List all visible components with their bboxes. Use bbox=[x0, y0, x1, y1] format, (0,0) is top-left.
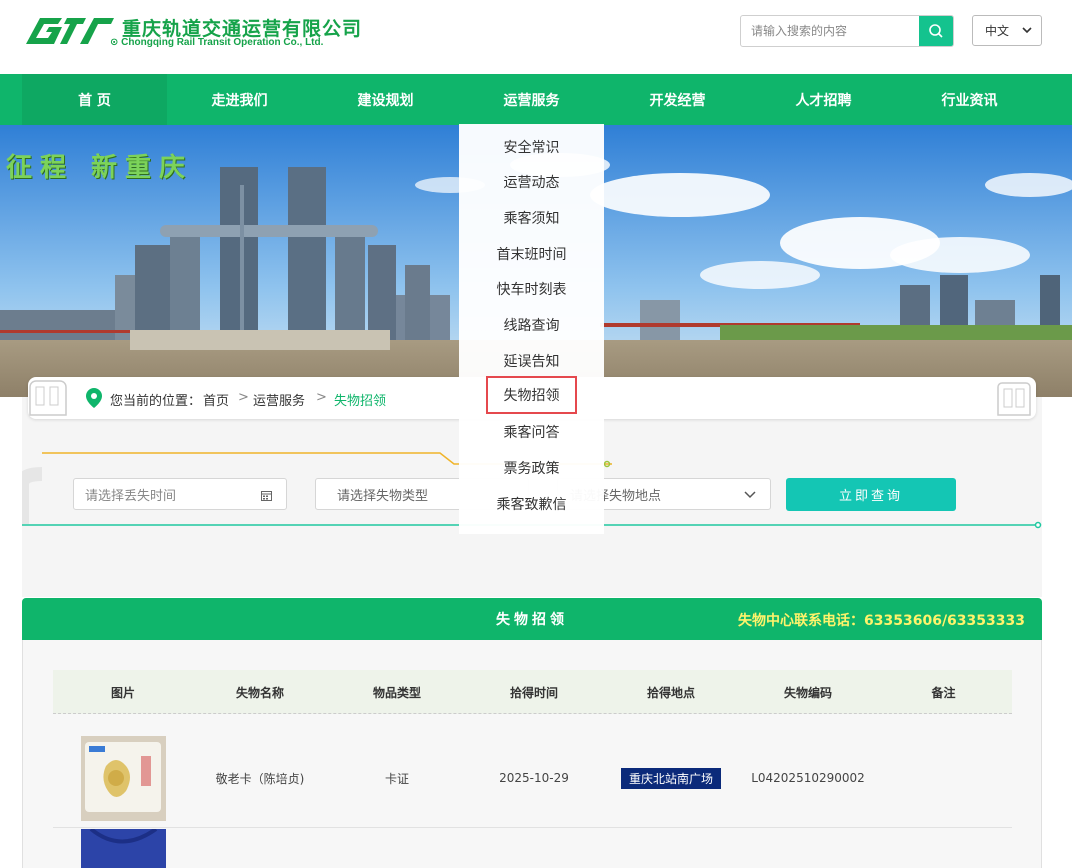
column-header: 图片 bbox=[110, 685, 135, 700]
column-header: 备注 bbox=[931, 685, 956, 700]
column-header: 拾得地点 bbox=[646, 685, 695, 700]
nav-item-about[interactable]: 走进我们 bbox=[167, 74, 312, 125]
company-name-en: ⊙ Chongqing Rail Transit Operation Co., … bbox=[110, 37, 324, 48]
company-name-en-text: Chongqing Rail Transit Operation Co., Lt… bbox=[121, 37, 324, 48]
language-select[interactable]: 中文 bbox=[972, 15, 1042, 46]
search-input[interactable] bbox=[741, 16, 921, 46]
breadcrumb-prefix: 您当前的位置： bbox=[110, 394, 202, 409]
column-header: 拾得时间 bbox=[509, 685, 558, 700]
table-header: 图片 失物名称 物品类型 拾得时间 拾得地点 失物编码 备注 bbox=[53, 670, 1012, 714]
lost-found-table: 图片 失物名称 物品类型 拾得时间 拾得地点 失物编码 备注 敬老卡（陈培贞) … bbox=[22, 640, 1042, 868]
item-photo[interactable] bbox=[80, 829, 166, 868]
found-date: 2025-10-29 bbox=[499, 771, 569, 785]
menu-item-lost-found[interactable]: 失物招领 bbox=[486, 376, 577, 414]
menu-item-faq[interactable]: 乘客问答 bbox=[459, 422, 604, 442]
lost-found-panel-header: 失物招领 失物中心联系电话：63353606/63353333 bbox=[22, 598, 1042, 640]
calendar-icon bbox=[261, 491, 272, 501]
lost-date-placeholder: 请选择丢失时间 bbox=[85, 488, 177, 504]
item-type: 卡证 bbox=[384, 771, 409, 786]
menu-item-passenger-notice[interactable]: 乘客须知 bbox=[459, 208, 604, 228]
menu-item-apology-letter[interactable]: 乘客致歉信 bbox=[459, 494, 604, 514]
breadcrumb-separator: > bbox=[238, 390, 249, 405]
logo-icon bbox=[26, 18, 114, 44]
site-header: 重庆轨道交通运营有限公司 ⊙ Chongqing Rail Transit Op… bbox=[0, 0, 1072, 74]
column-header: 失物编码 bbox=[783, 685, 832, 700]
menu-item-delay-notice[interactable]: 延误告知 bbox=[459, 351, 604, 371]
breadcrumb-section[interactable]: 运营服务 bbox=[253, 390, 305, 409]
search-box bbox=[740, 15, 954, 47]
item-photo-cell bbox=[53, 829, 193, 868]
item-photo-cell bbox=[53, 728, 193, 828]
train-left-icon bbox=[29, 380, 67, 416]
nav-item-services[interactable]: 运营服务 bbox=[459, 74, 604, 125]
train-right-icon bbox=[997, 382, 1031, 416]
menu-item-ticket-policy[interactable]: 票务政策 bbox=[459, 458, 604, 478]
contact-phone: 失物中心联系电话：63353606/63353333 bbox=[738, 613, 1025, 629]
item-name: 敬老卡（陈培贞) bbox=[215, 771, 305, 786]
menu-item-safety[interactable]: 安全常识 bbox=[459, 137, 604, 157]
location-pin-icon bbox=[86, 388, 102, 408]
banner-slogan: 征程 新重庆 bbox=[6, 153, 194, 183]
nav-item-planning[interactable]: 建设规划 bbox=[313, 74, 458, 125]
nav-item-news[interactable]: 行业资讯 bbox=[897, 74, 1042, 125]
menu-item-express-timetable[interactable]: 快车时刻表 bbox=[459, 279, 604, 299]
nav-item-careers[interactable]: 人才招聘 bbox=[751, 74, 896, 125]
search-button[interactable] bbox=[919, 16, 953, 46]
language-value: 中文 bbox=[985, 24, 1010, 38]
menu-item-line-query[interactable]: 线路查询 bbox=[459, 315, 604, 335]
search-icon bbox=[929, 24, 943, 38]
item-code: L04202510290002 bbox=[751, 771, 865, 785]
main-nav: 首 页 走进我们 建设规划 运营服务 开发经营 人才招聘 行业资讯 bbox=[0, 74, 1072, 125]
menu-item-first-last-train[interactable]: 首末班时间 bbox=[459, 244, 604, 264]
item-type-placeholder: 请选择失物类型 bbox=[337, 488, 429, 504]
table-row[interactable]: 敬老卡（陈培贞) 卡证 2025-10-29 重庆北站南广场 L04202510… bbox=[53, 728, 1012, 828]
chevron-down-icon bbox=[744, 491, 756, 499]
chevron-down-icon bbox=[1022, 27, 1032, 34]
breadcrumb-separator: > bbox=[316, 390, 327, 405]
table-row[interactable] bbox=[53, 829, 1012, 868]
lost-date-input[interactable]: 请选择丢失时间 bbox=[73, 478, 287, 510]
item-photo[interactable] bbox=[80, 735, 166, 821]
query-button[interactable]: 立即查询 bbox=[786, 478, 956, 511]
column-header: 失物名称 bbox=[235, 685, 284, 700]
company-logo[interactable]: 重庆轨道交通运营有限公司 ⊙ Chongqing Rail Transit Op… bbox=[24, 14, 361, 54]
breadcrumb-current: 失物招领 bbox=[334, 394, 387, 409]
nav-item-development[interactable]: 开发经营 bbox=[605, 74, 750, 125]
column-header: 物品类型 bbox=[372, 685, 421, 700]
services-dropdown-menu: 安全常识 运营动态 乘客须知 首末班时间 快车时刻表 线路查询 延误告知 失物招… bbox=[459, 124, 604, 534]
menu-item-operation-news[interactable]: 运营动态 bbox=[459, 172, 604, 192]
breadcrumb-home[interactable]: 首页 bbox=[203, 390, 229, 409]
found-location-cell: 重庆北站南广场 bbox=[601, 728, 741, 828]
found-location: 重庆北站南广场 bbox=[620, 767, 721, 789]
item-note bbox=[875, 728, 1012, 828]
nav-item-home[interactable]: 首 页 bbox=[22, 74, 167, 125]
